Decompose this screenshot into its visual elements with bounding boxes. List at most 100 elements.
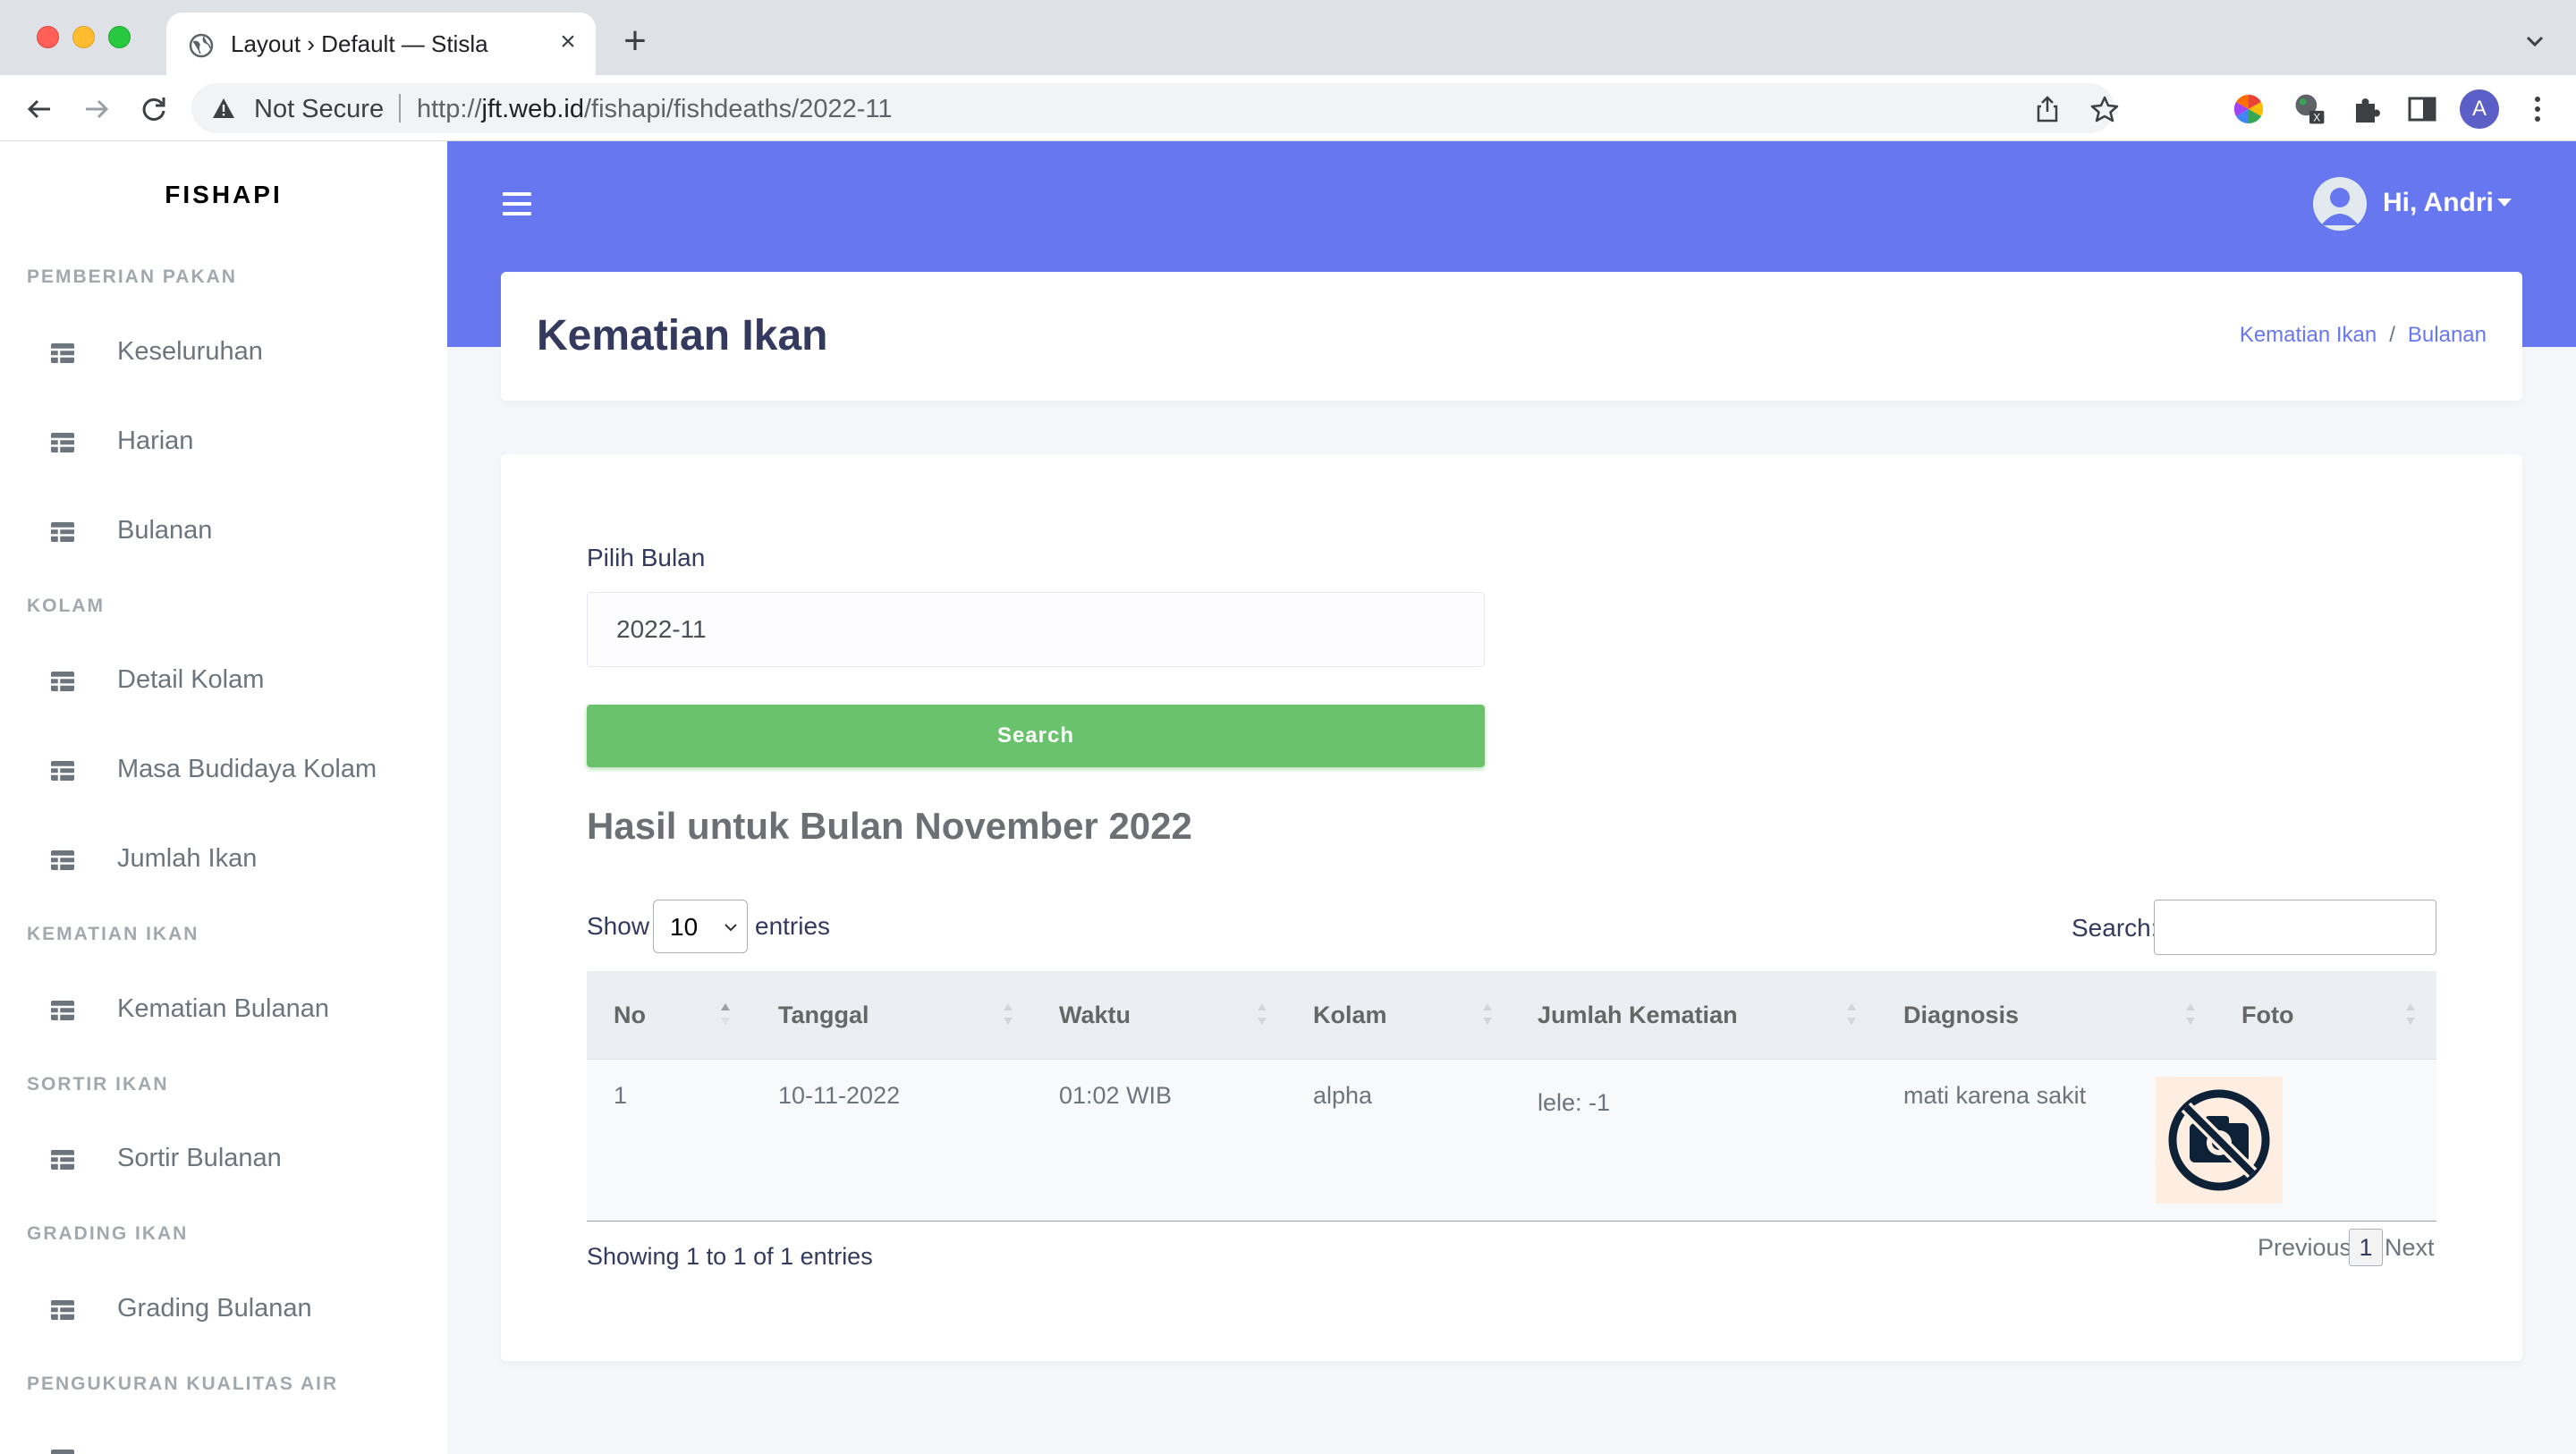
menu-header-pemberian-pakan: PEMBERIAN PAKAN [27,266,237,287]
page-length-select[interactable]: 10 [653,900,748,953]
sidebar-item-label: Masa Budidaya Kolam [117,755,377,783]
extension-badge-icon[interactable]: X [2292,91,2327,127]
sidebar-item-label: Harian [117,427,194,455]
warning-icon[interactable] [211,96,236,121]
menu-header-kematian-ikan: KEMATIAN IKAN [27,924,199,944]
breadcrumb-item[interactable]: Kematian Ikan [2240,323,2377,347]
sidebar-item-grading-bulanan[interactable]: Grading Bulanan [0,1276,447,1348]
window-zoom-button[interactable] [108,26,131,48]
not-secure-label[interactable]: Not Secure [254,95,384,124]
address-bar[interactable]: Not Secure http://jft.web.id/fishapi/fis… [191,83,2119,133]
back-arrow-icon[interactable] [20,89,59,129]
menu-header-pengukuran-kualitas-air: PENGUKURAN KUALITAS AIR [27,1374,339,1394]
window-minimize-button[interactable] [72,26,95,48]
search-button[interactable]: Search [587,705,1485,767]
sidebar-item-label: Detail Kolam [117,665,265,694]
menu-header-grading-ikan: GRADING IKAN [27,1223,189,1244]
url-text[interactable]: http://jft.web.id/fishapi/fishdeaths/202… [417,95,892,124]
table-icon [51,1300,74,1320]
column-header-waktu[interactable]: Waktu [1032,971,1286,1059]
page-length-value: 10 [670,913,699,941]
brand-logo[interactable]: FISHAPI [0,181,447,209]
cell-waktu: 01:02 WIB [1059,1082,1173,1109]
cell-kolam: alpha [1313,1082,1373,1109]
menu-header-sortir-ikan: SORTIR IKAN [27,1074,169,1095]
sort-icon [721,1003,730,1025]
sidebar-item-kematian-bulanan[interactable]: Kematian Bulanan [0,976,447,1048]
browser-tab[interactable]: Layout › Default — Stisla × [166,13,596,75]
window-close-button[interactable] [37,26,59,48]
cell-diagnosis: mati karena sakit [1903,1082,2087,1109]
sidebar: FISHAPI PEMBERIAN PAKAN Keseluruhan Hari… [0,141,447,1454]
column-header-no[interactable]: No [587,971,751,1059]
result-title: Hasil untuk Bulan November 2022 [587,805,1192,847]
address-separator [399,94,401,123]
column-header-tanggal[interactable]: Tanggal [751,971,1032,1059]
no-photo-icon [2168,1089,2270,1191]
browser-tab-bar: Layout › Default — Stisla × + [0,0,2576,75]
tab-title: Layout › Default — Stisla [231,30,488,57]
sidebar-item-partial[interactable] [0,1425,447,1454]
section-header: Kematian Ikan Kematian Ikan / Bulanan [501,272,2522,401]
caret-down-icon[interactable] [2497,199,2512,207]
column-header-foto[interactable]: Foto [2215,971,2436,1059]
hamburger-menu-icon[interactable] [501,190,533,218]
forward-arrow-icon[interactable] [77,89,116,129]
sidebar-item-label: Kematian Bulanan [117,994,329,1023]
sidebar-item-label: Bulanan [117,516,213,545]
table-icon [51,761,74,781]
tab-close-icon[interactable]: × [553,27,583,57]
page-title: Kematian Ikan [537,312,828,359]
svg-text:X: X [2313,112,2320,124]
column-header-jumlah-kematian[interactable]: Jumlah Kematian [1511,971,1877,1059]
menu-header-kolam: KOLAM [27,596,105,616]
chevron-down-icon[interactable] [2521,27,2549,55]
chevron-down-icon [724,924,737,932]
user-greeting[interactable]: Hi, Andri [2383,188,2494,218]
user-avatar[interactable] [2313,177,2367,231]
sidebar-item-keseluruhan[interactable]: Keseluruhan [0,319,447,391]
globe-icon [189,33,214,58]
table-icon [51,433,74,452]
more-menu-icon[interactable] [2522,91,2553,127]
sort-icon [1483,1003,1492,1025]
sidebar-item-sortir-bulanan[interactable]: Sortir Bulanan [0,1126,447,1197]
cell-tanggal: 10-11-2022 [778,1082,901,1109]
sort-icon [2186,1003,2195,1025]
share-icon[interactable] [2032,94,2063,124]
sidebar-item-harian[interactable]: Harian [0,409,447,480]
sort-icon [1004,1003,1013,1025]
bookmark-star-icon[interactable] [2089,94,2120,124]
results-card: Pilih Bulan Search Hasil untuk Bulan Nov… [501,454,2522,1361]
cell-no: 1 [614,1082,628,1109]
table-search-label: Search: [2072,914,2158,942]
breadcrumb-item[interactable]: Bulanan [2408,323,2487,347]
pagination-next[interactable]: Next [2385,1234,2435,1262]
new-tab-button[interactable]: + [615,21,655,63]
table-icon [51,1150,74,1170]
table-icon [51,522,74,542]
user-silhouette-icon [2321,188,2359,225]
photo-thumbnail[interactable] [2156,1077,2283,1204]
sidebar-item-label: Grading Bulanan [117,1294,312,1323]
entries-label: entries [755,912,831,940]
pagination-page-1[interactable]: 1 [2349,1229,2383,1266]
sidebar-item-jumlah-ikan[interactable]: Jumlah Ikan [0,826,447,898]
table-search-input[interactable] [2154,900,2436,955]
puzzle-extensions-icon[interactable] [2349,91,2385,127]
sidebar-item-bulanan[interactable]: Bulanan [0,498,447,570]
table-icon [51,343,74,363]
show-label: Show [587,912,650,940]
sidebar-item-masa-budidaya-kolam[interactable]: Masa Budidaya Kolam [0,737,447,808]
table-icon [51,672,74,691]
profile-avatar[interactable]: A [2460,89,2499,129]
month-input[interactable] [587,592,1485,667]
side-panel-icon[interactable] [2404,91,2440,127]
color-extension-icon[interactable] [2231,91,2267,127]
sidebar-item-detail-kolam[interactable]: Detail Kolam [0,647,447,719]
reload-icon[interactable] [134,89,174,129]
column-header-kolam[interactable]: Kolam [1286,971,1511,1059]
column-header-diagnosis[interactable]: Diagnosis [1877,971,2215,1059]
pagination-previous[interactable]: Previous [2258,1234,2351,1262]
sort-icon [1847,1003,1856,1025]
